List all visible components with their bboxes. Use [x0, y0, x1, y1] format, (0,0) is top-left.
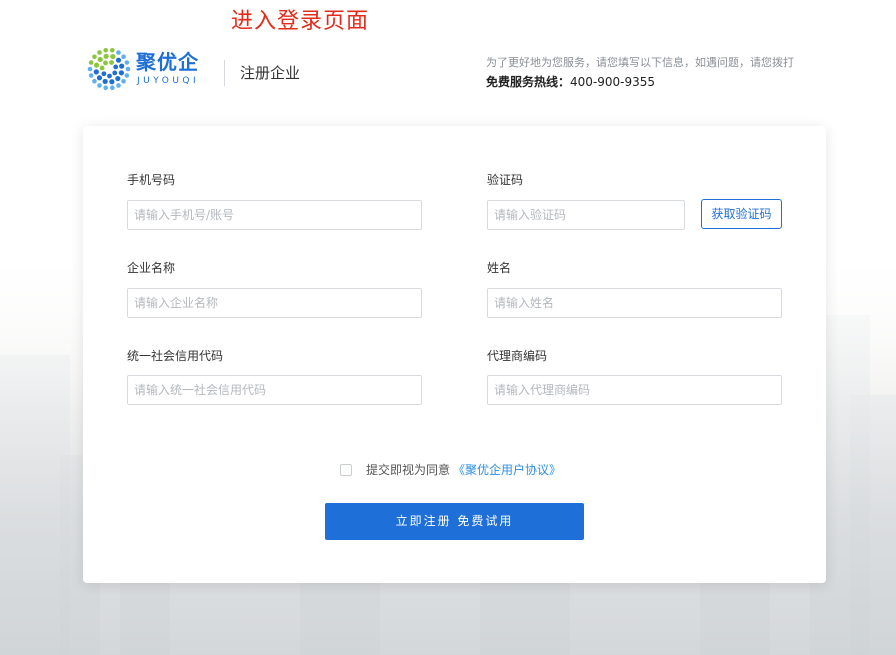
verification-code-input[interactable] — [487, 200, 685, 230]
get-code-button[interactable]: 获取验证码 — [701, 199, 782, 229]
logo-dot — [102, 78, 108, 85]
logo-dot — [118, 70, 125, 76]
logo-dot — [119, 63, 125, 69]
logo-dot — [124, 73, 130, 78]
user-agreement-link[interactable]: 《聚优企用户协议》 — [453, 463, 561, 478]
logo-dot — [101, 71, 107, 77]
register-submit-button[interactable]: 立即注册 免费试用 — [325, 503, 584, 540]
logo-dot — [88, 73, 94, 78]
logo-dot — [92, 54, 97, 60]
logo-dot — [97, 50, 102, 55]
logo-dot — [110, 47, 115, 53]
company-label: 企业名称 — [127, 261, 176, 275]
logo-dot — [113, 64, 119, 70]
logo-dot — [107, 73, 112, 79]
hotline-label: 免费服务热线： — [486, 75, 571, 89]
logo-dot — [96, 75, 103, 81]
logo-dot — [109, 79, 115, 85]
credit-code-label: 统一社会信用代码 — [127, 349, 224, 363]
logo-dot — [103, 85, 108, 91]
logo-dot — [116, 83, 121, 88]
logo-dot — [116, 50, 121, 55]
name-input[interactable] — [487, 288, 782, 318]
logo-dot — [103, 53, 109, 59]
code-label: 验证码 — [487, 173, 524, 187]
logo-dot — [103, 47, 108, 53]
registration-form-card: 手机号码 企业名称 统一社会信用代码 验证码 获取验证码 姓名 代理商编码 提交… — [83, 126, 826, 583]
logo-dot — [121, 54, 126, 60]
service-note: 为了更好地为您服务，请您填写以下信息，如遇问题，请您拨打 — [486, 56, 794, 69]
juyouqi-logo-icon — [87, 47, 131, 91]
agreement-checkbox[interactable] — [340, 464, 352, 476]
logo-dot — [92, 78, 97, 84]
company-name-input[interactable] — [127, 288, 422, 318]
logo-dot — [99, 65, 105, 71]
logo-dot — [115, 57, 122, 63]
page-header: 聚优企 JUYOUQI 注册企业 为了更好地为您服务，请您填写以下信息，如遇问题… — [84, 44, 826, 94]
logo-dot — [93, 62, 100, 68]
logo-subtext: JUYOUQI — [137, 76, 200, 86]
logo-dot — [110, 85, 115, 91]
logo-dot — [125, 66, 131, 72]
phone-label: 手机号码 — [127, 173, 176, 187]
header-divider — [224, 60, 225, 86]
agreement-text: 提交即视为同意 — [366, 463, 451, 477]
logo-wordmark: 聚优企 — [136, 50, 199, 74]
header-info: 为了更好地为您服务，请您填写以下信息，如遇问题，请您拨打 免费服务热线：400-… — [486, 55, 826, 91]
overlay-caption: 进入登录页面 — [231, 9, 370, 34]
logo-dot — [97, 56, 103, 63]
credit-code-input[interactable] — [127, 375, 422, 405]
logo-dot — [115, 75, 121, 82]
logo-dot — [103, 60, 108, 66]
logo-dot — [109, 60, 114, 65]
logo-dot — [124, 60, 130, 65]
name-label: 姓名 — [487, 261, 512, 275]
agent-code-label: 代理商编码 — [487, 349, 548, 363]
logo-dot — [112, 70, 118, 76]
hotline-number: 400-900-9355 — [570, 75, 656, 89]
logo-dot — [110, 53, 116, 60]
logo-dot — [93, 69, 99, 75]
phone-input[interactable] — [127, 200, 422, 230]
logo-dot — [87, 66, 93, 72]
agent-code-input[interactable] — [487, 375, 782, 405]
hotline: 免费服务热线：400-900-9355 — [486, 73, 826, 91]
page-title: 注册企业 — [240, 64, 301, 82]
logo-dot — [88, 60, 94, 65]
logo-dot — [97, 83, 102, 88]
logo-dot — [121, 78, 126, 84]
